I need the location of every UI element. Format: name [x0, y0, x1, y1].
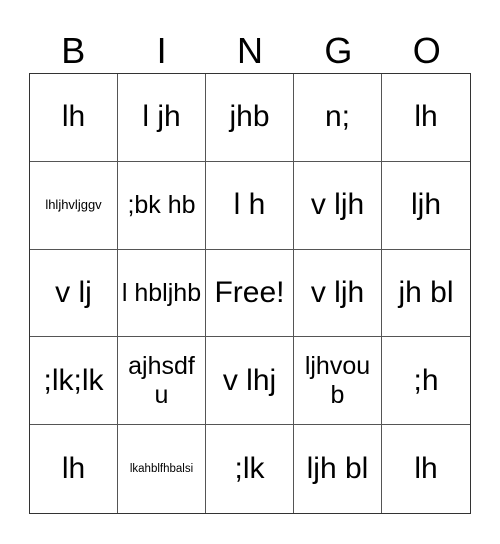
- bingo-cell[interactable]: ljh bl: [294, 425, 382, 513]
- header-letter-g: G: [324, 30, 353, 71]
- bingo-cell[interactable]: ljhvou b: [294, 337, 382, 426]
- bingo-cell[interactable]: ;bk hb: [118, 161, 206, 250]
- bingo-cell[interactable]: l jh: [118, 74, 206, 162]
- free-space-cell[interactable]: Free!: [206, 249, 294, 338]
- header-letter-o: O: [412, 30, 441, 71]
- bingo-cell[interactable]: n;: [294, 74, 382, 162]
- bingo-cell[interactable]: jhb: [206, 74, 294, 162]
- bingo-cell[interactable]: ajhsdf u: [118, 337, 206, 426]
- bingo-cell[interactable]: l h: [206, 161, 294, 250]
- bingo-cell[interactable]: ljh: [382, 162, 470, 250]
- header-letter-i: I: [156, 30, 167, 71]
- bingo-cell[interactable]: ;h: [382, 337, 470, 426]
- bingo-cell[interactable]: l hbljhb: [118, 249, 206, 338]
- bingo-cell[interactable]: ;lk: [206, 425, 294, 513]
- bingo-cell[interactable]: v lhj: [206, 337, 294, 426]
- bingo-cell[interactable]: lh: [382, 74, 470, 162]
- bingo-board: lh l jh jhb n; lh lhljhvljggv ;bk hb l h…: [29, 73, 471, 514]
- bingo-cell[interactable]: lh: [382, 425, 470, 513]
- header-letter-b: B: [61, 30, 86, 71]
- bingo-cell[interactable]: ;lk;lk: [30, 337, 118, 426]
- bingo-cell[interactable]: lh: [30, 74, 118, 162]
- bingo-cell[interactable]: lh: [30, 425, 118, 513]
- bingo-cell[interactable]: v ljh: [294, 249, 382, 338]
- bingo-cell[interactable]: v lj: [30, 249, 118, 338]
- bingo-header: B I N G O: [29, 28, 471, 73]
- bingo-cell[interactable]: lkahblfhbalsi: [118, 425, 206, 513]
- bingo-cell[interactable]: jh bl: [382, 250, 470, 338]
- bingo-cell[interactable]: v ljh: [294, 161, 382, 250]
- header-letter-n: N: [236, 30, 263, 71]
- bingo-cell[interactable]: lhljhvljggv: [30, 161, 118, 250]
